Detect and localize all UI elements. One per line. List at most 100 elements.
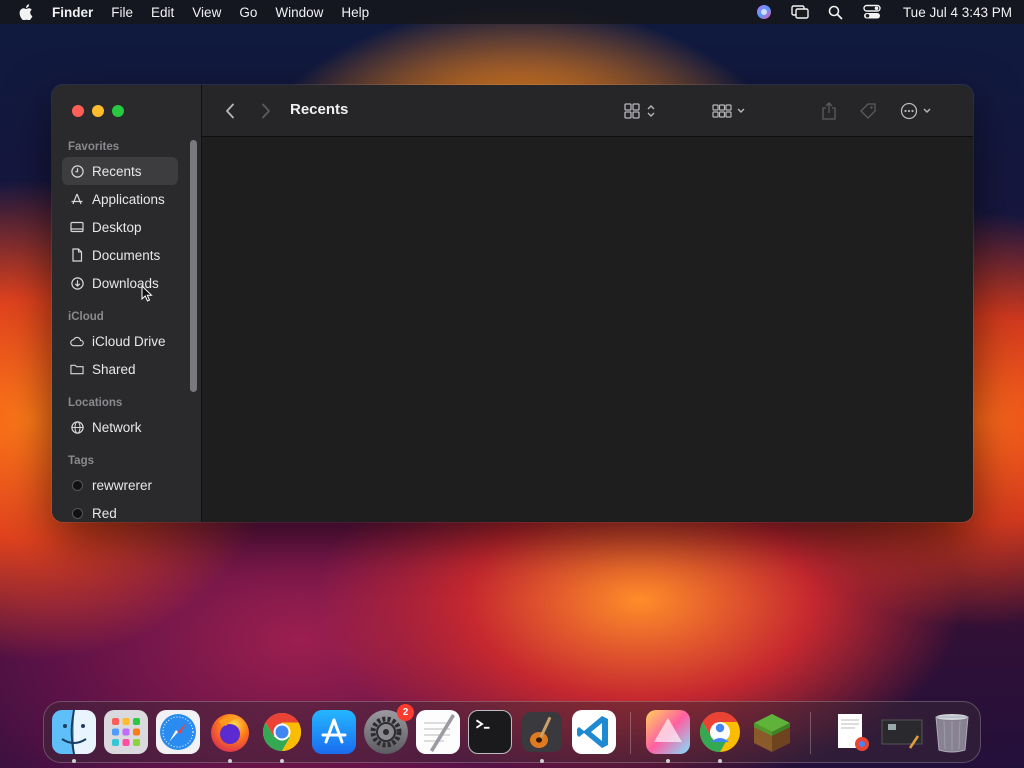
file-content-area[interactable] xyxy=(202,137,973,522)
sidebar-item-network[interactable]: Network xyxy=(62,413,178,441)
sidebar-item-recents[interactable]: Recents xyxy=(62,157,178,185)
sidebar-item-documents[interactable]: Documents xyxy=(62,241,178,269)
more-actions-button[interactable] xyxy=(898,99,938,123)
dock-vscode[interactable] xyxy=(572,710,616,754)
forward-button[interactable] xyxy=(258,99,274,123)
dock-textedit[interactable] xyxy=(416,710,460,754)
running-indicator xyxy=(540,759,544,763)
close-window-button[interactable] xyxy=(72,105,84,117)
sidebar-item-label: Recents xyxy=(92,163,142,179)
toolbar: Recents xyxy=(202,85,973,137)
trash-icon xyxy=(935,714,969,753)
chevron-right-icon xyxy=(262,103,270,119)
dock-garageband[interactable] xyxy=(520,710,564,754)
chrome-icon xyxy=(262,712,302,752)
sidebar-scrollbar[interactable] xyxy=(190,140,197,392)
globe-icon xyxy=(70,420,84,434)
tag-icon xyxy=(860,103,876,119)
dock-finder[interactable] xyxy=(52,709,96,755)
chevron-left-icon xyxy=(226,103,234,119)
finder-window: Favorites Recents Applications Desktop D… xyxy=(52,85,973,522)
ellipsis-circle-icon xyxy=(900,102,931,120)
tag-color-dot-icon xyxy=(70,506,84,520)
menu-help[interactable]: Help xyxy=(341,5,369,20)
dock-firefox[interactable] xyxy=(208,710,252,754)
download-icon xyxy=(70,276,84,290)
sidebar-section-locations: Locations xyxy=(68,397,123,409)
menu-edit[interactable]: Edit xyxy=(151,5,174,20)
dock-chrome-canary[interactable] xyxy=(698,710,742,754)
mouse-pointer-icon xyxy=(141,284,153,307)
icon-grid-icon xyxy=(624,103,655,119)
menu-clock[interactable]: Tue Jul 4 3:43 PM xyxy=(903,5,1012,20)
document-icon xyxy=(70,248,84,262)
dock-trash[interactable] xyxy=(930,710,974,754)
sidebar-item-label: Red xyxy=(92,505,117,521)
screenshot-stack-icon xyxy=(881,719,923,749)
menu-file[interactable]: File xyxy=(111,5,133,20)
dock-system-settings[interactable]: 2 xyxy=(364,704,414,754)
sidebar-item-label: iCloud Drive xyxy=(92,333,166,349)
sidebar-item-icloud-drive[interactable]: iCloud Drive xyxy=(62,327,178,355)
dock-documents-stack[interactable] xyxy=(830,710,874,754)
menu-go[interactable]: Go xyxy=(239,5,257,20)
group-grid-icon xyxy=(712,104,745,118)
dock-prism-app[interactable] xyxy=(646,710,690,754)
dock-safari[interactable] xyxy=(156,710,200,754)
firefox-icon xyxy=(211,714,249,752)
sidebar-item-shared[interactable]: Shared xyxy=(62,355,178,383)
dock-screenshots-stack[interactable] xyxy=(880,710,924,754)
dock-minecraft[interactable] xyxy=(750,710,794,754)
launchpad-grid-icon xyxy=(112,718,140,746)
prism-icon xyxy=(654,718,682,742)
menu-bar: Finder File Edit View Go Window Help Tue… xyxy=(0,0,1024,24)
sidebar-item-label: Applications xyxy=(92,191,165,207)
window-controls xyxy=(72,105,124,117)
document-stack-icon xyxy=(838,714,869,751)
sidebar-item-downloads[interactable]: Downloads xyxy=(62,269,178,297)
spotlight-icon[interactable] xyxy=(827,3,845,21)
compass-icon xyxy=(160,714,196,750)
apple-menu-icon[interactable] xyxy=(12,4,40,20)
sidebar-list: Favorites Recents Applications Desktop D… xyxy=(52,137,202,522)
sidebar-item-tag-red[interactable]: Red xyxy=(62,499,178,522)
dock-separator xyxy=(810,712,811,754)
tag-button[interactable] xyxy=(856,99,880,123)
zoom-window-button[interactable] xyxy=(112,105,124,117)
clock-icon xyxy=(70,164,84,178)
share-button[interactable] xyxy=(818,99,840,123)
control-center-icon[interactable] xyxy=(863,3,881,21)
running-indicator xyxy=(718,759,722,763)
dock-app-store[interactable] xyxy=(312,710,356,754)
menu-window[interactable]: Window xyxy=(275,5,323,20)
dock-chrome[interactable] xyxy=(260,710,304,754)
minimize-window-button[interactable] xyxy=(92,105,104,117)
back-button[interactable] xyxy=(222,99,238,123)
sidebar-item-applications[interactable]: Applications xyxy=(62,185,178,213)
sidebar-item-label: Network xyxy=(92,419,142,435)
running-indicator xyxy=(72,759,76,763)
view-mode-button[interactable] xyxy=(622,99,662,123)
window-title: Recents xyxy=(290,101,349,118)
textedit-icon xyxy=(424,714,455,752)
menu-app-name[interactable]: Finder xyxy=(52,5,93,20)
dock-terminal[interactable] xyxy=(468,710,512,754)
applications-icon xyxy=(70,192,84,206)
menu-view[interactable]: View xyxy=(192,5,221,20)
siri-icon[interactable] xyxy=(755,3,773,21)
sidebar-item-label: Shared xyxy=(92,361,136,377)
group-by-button[interactable] xyxy=(710,99,750,123)
vscode-icon xyxy=(577,716,608,748)
tag-color-dot-icon xyxy=(70,478,84,492)
notification-badge: 2 xyxy=(397,704,414,721)
screen-mirroring-icon[interactable] xyxy=(791,3,809,21)
sidebar-item-desktop[interactable]: Desktop xyxy=(62,213,178,241)
sidebar-item-label: rewwrerer xyxy=(92,477,153,493)
chrome-canary-icon xyxy=(700,712,740,752)
sidebar-section-tags: Tags xyxy=(68,455,94,467)
sidebar-item-tag-rewwrerer[interactable]: rewwrerer xyxy=(62,471,178,499)
dock-launchpad[interactable] xyxy=(104,710,148,754)
